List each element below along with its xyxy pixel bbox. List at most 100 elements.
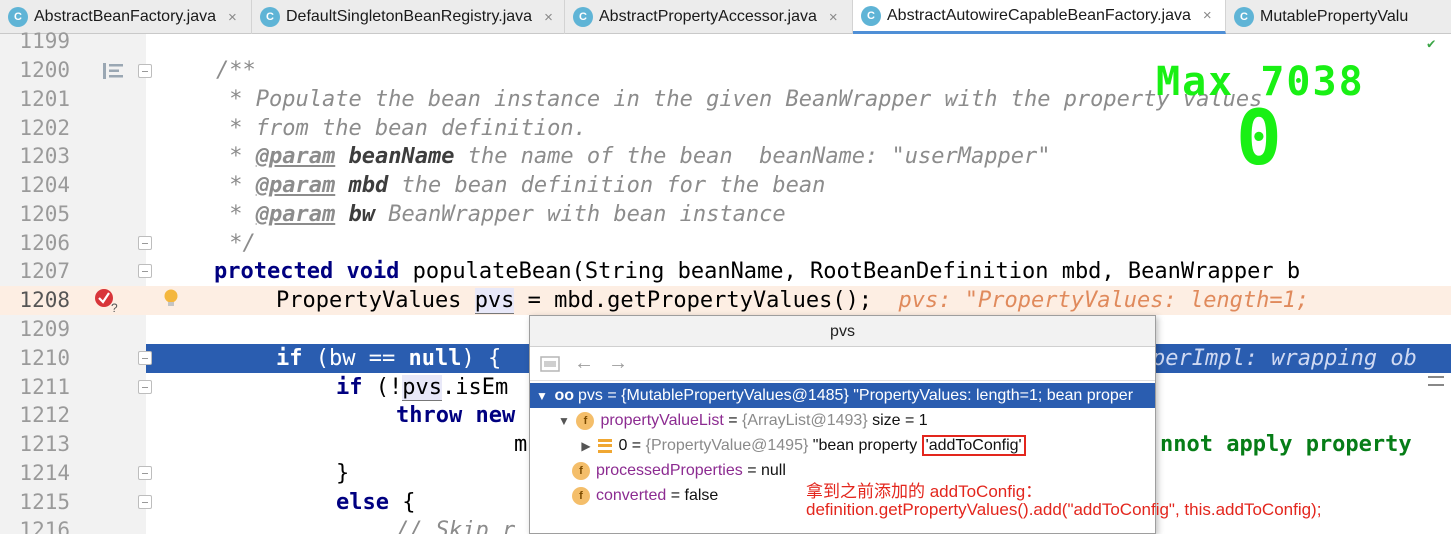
code-text: (! <box>362 375 403 400</box>
inline-debug-value-1210: perImpl: wrapping ob <box>1152 344 1417 373</box>
fold-marker[interactable] <box>138 264 152 278</box>
tab-abstract-property-accessor[interactable]: C AbstractPropertyAccessor.java × <box>565 0 853 34</box>
code-line-1202: * from the bean definition. <box>216 116 587 141</box>
tab-label: AbstractBeanFactory.java <box>34 8 217 25</box>
overlay-score: 0 <box>1236 93 1284 182</box>
keyword: if <box>336 375 363 400</box>
variable-pvs[interactable]: pvs <box>402 375 442 401</box>
line-number: 1201 <box>19 87 70 111</box>
code-line-1200: /** <box>216 58 256 83</box>
tree-row-property-value-list[interactable]: ▼ f propertyValueList = {ArrayList@1493} … <box>530 408 1155 433</box>
object-ref: {PropertyValue@1495} <box>645 437 809 454</box>
fold-marker[interactable] <box>138 351 152 365</box>
expand-arrow-icon[interactable]: ▼ <box>534 384 550 408</box>
keyword: throw new <box>396 403 516 428</box>
close-icon[interactable]: × <box>544 9 553 26</box>
param-name: mbd <box>348 173 389 198</box>
close-icon[interactable]: × <box>1203 7 1212 24</box>
doc-comment-icon[interactable] <box>102 62 124 80</box>
editor-tab-bar: C AbstractBeanFactory.java × C DefaultSi… <box>0 0 1451 34</box>
lightbulb-icon[interactable] <box>162 288 180 310</box>
highlighted-value: 'addToConfig' <box>921 435 1026 456</box>
fold-marker[interactable] <box>138 466 152 480</box>
code-line-1208: PropertyValues pvs = mbd.getPropertyValu… <box>276 286 1309 315</box>
expand-arrow-icon[interactable]: ▶ <box>578 434 594 458</box>
code-line-1201: * Populate the bean instance in the give… <box>216 87 1263 112</box>
tab-default-singleton-bean-registry[interactable]: C DefaultSingletonBeanRegistry.java × <box>252 0 565 34</box>
code-line-1210: if (bw == null) { <box>276 344 501 373</box>
java-class-icon: C <box>573 7 593 27</box>
param-name: beanName <box>348 144 455 169</box>
code-line-1204: * @param mbd the bean definition for the… <box>216 171 825 200</box>
line-number: 1209 <box>19 317 70 341</box>
field-icon: f <box>572 486 590 505</box>
fold-marker[interactable] <box>138 236 152 250</box>
line-number: 1210 <box>19 346 70 370</box>
keyword: null <box>408 346 462 371</box>
field-icon: f <box>572 461 590 480</box>
inline-debug-value[interactable]: perImpl: wrapping ob <box>1152 346 1417 371</box>
equals: = <box>723 412 743 429</box>
tree-row-root[interactable]: ▼ oo pvs = {MutablePropertyValues@1485} "… <box>530 383 1155 408</box>
tree-row-text: pvs = {MutablePropertyValues@1485} "Prop… <box>578 387 1134 404</box>
code-line-1207: protected void populateBean(String beanN… <box>214 257 1300 286</box>
svg-text:?: ? <box>111 301 118 313</box>
field-name: converted <box>596 487 667 504</box>
field-icon: f <box>576 411 595 430</box>
line-number: 1205 <box>19 202 70 226</box>
inline-debug-value[interactable]: pvs: "PropertyValues: length=1; <box>872 288 1310 313</box>
code-line-1213: m <box>514 432 528 457</box>
code-text: populateBean(String beanName, RootBeanDe… <box>399 259 1301 284</box>
code-line-1203: * @param beanName the name of the bean b… <box>216 142 1050 171</box>
tab-abstract-autowire-capable-bean-factory[interactable]: C AbstractAutowireCapableBeanFactory.jav… <box>853 0 1226 34</box>
line-number: 1206 <box>19 231 70 255</box>
fold-marker[interactable] <box>138 64 152 78</box>
java-class-icon: C <box>1234 7 1254 27</box>
annotation-line-1: 拿到之前添加的 addToConfig： <box>806 482 1043 501</box>
javadoc-tag: @param <box>255 202 336 227</box>
object-ref: {ArrayList@1493} <box>742 412 868 429</box>
scroll-marker-icon[interactable] <box>1428 376 1444 386</box>
line-number: 1215 <box>19 490 70 514</box>
close-icon[interactable]: × <box>228 9 237 26</box>
variable-pvs[interactable]: pvs <box>474 288 515 314</box>
code-line-1214: } <box>336 461 350 486</box>
popup-toolbar: ← → <box>530 347 1155 381</box>
line-number: 1214 <box>19 461 70 485</box>
tab-mutable-property-values[interactable]: C MutablePropertyValu <box>1226 0 1451 34</box>
code-text: = mbd.getPropertyValues(); <box>514 288 873 313</box>
code-text: .isEm <box>442 375 509 400</box>
popup-title: pvs <box>530 316 1155 347</box>
tree-row-property-value[interactable]: ▶ 0 = {PropertyValue@1495} "bean propert… <box>530 433 1155 458</box>
java-class-icon: C <box>861 5 881 26</box>
field-name: processedProperties <box>596 462 743 479</box>
code-line-1211: if (!pvs.isEm <box>336 373 508 402</box>
comment-star: * <box>216 173 256 198</box>
java-class-icon: C <box>8 7 28 27</box>
expand-arrow-icon[interactable]: ▼ <box>556 409 572 433</box>
field-name: propertyValueList <box>600 412 724 429</box>
comment-text: the bean definition for the bean <box>388 173 826 198</box>
javadoc-tag: @param <box>255 173 336 198</box>
back-arrow-icon[interactable]: ← <box>574 352 594 375</box>
code-line-1216: // Skip r <box>396 518 516 534</box>
code-line-1215: else { <box>336 488 415 517</box>
line-number: 1216 <box>19 518 70 534</box>
field-value: = null <box>742 462 786 479</box>
breakpoint-icon[interactable]: ? <box>93 287 123 313</box>
fold-marker[interactable] <box>138 495 152 509</box>
comment-star: * <box>216 202 256 227</box>
fold-marker[interactable] <box>138 380 152 394</box>
keyword: else <box>336 490 389 515</box>
tab-label: AbstractAutowireCapableBeanFactory.java <box>887 6 1191 24</box>
code-text: (bw == <box>302 346 409 371</box>
tab-label: AbstractPropertyAccessor.java <box>599 8 817 25</box>
close-icon[interactable]: × <box>829 9 838 26</box>
java-class-icon: C <box>260 7 280 27</box>
line-number: 1203 <box>19 144 70 168</box>
forward-arrow-icon[interactable]: → <box>608 352 628 375</box>
evaluate-icon[interactable] <box>540 355 560 373</box>
inspection-ok-icon[interactable]: ✔ <box>1427 36 1435 52</box>
object-icon: oo <box>554 387 574 404</box>
line-number: 1204 <box>19 173 70 197</box>
